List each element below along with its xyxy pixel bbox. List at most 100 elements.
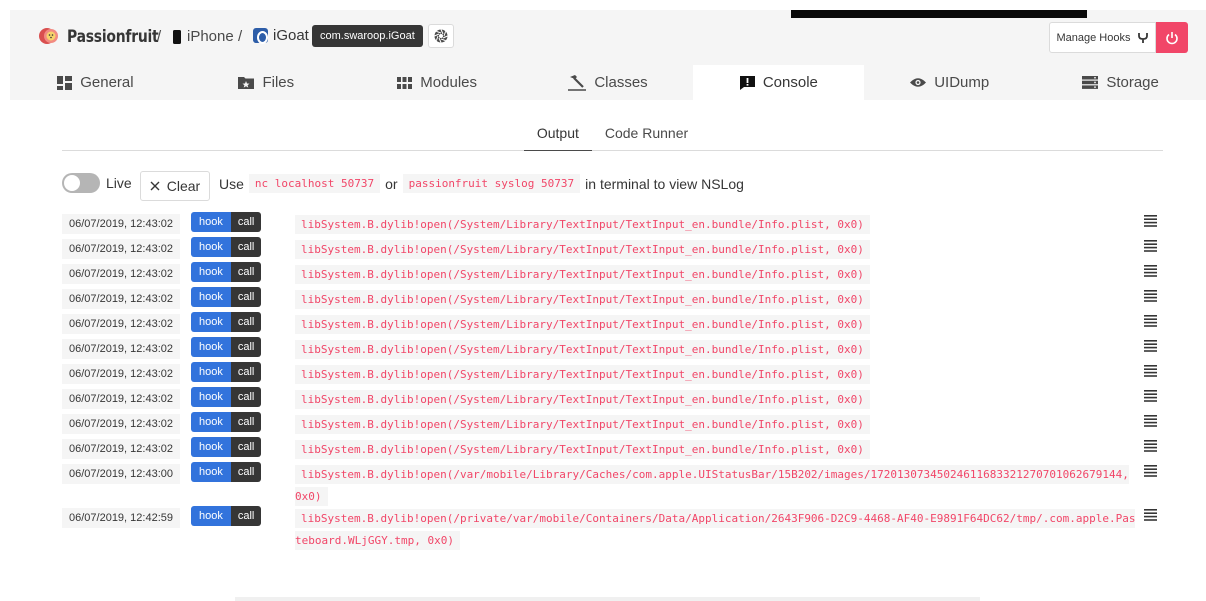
power-icon [1166,31,1178,44]
menu-icon[interactable] [1144,215,1157,227]
screenshot-button[interactable] [428,24,454,48]
menu-icon[interactable] [1144,509,1157,521]
live-toggle[interactable] [62,173,100,193]
log-message-text: libSystem.B.dylib!open(/System/Library/T… [295,315,870,334]
tab-uidump[interactable]: UIDump [864,65,1035,100]
log-row: 06/07/2019, 12:43:02 hook call libSystem.B.… [62,212,1163,237]
log-message: libSystem.B.dylib!open(/System/Library/T… [295,264,1140,286]
log-message: libSystem.B.dylib!open(/private/var/mobi… [295,508,1140,552]
console-log: 06/07/2019, 12:43:02 hook call libSystem.B.… [62,212,1163,550]
log-type-tags: hook call [191,337,262,357]
manage-hooks-label: Manage Hooks [1056,31,1131,44]
log-message: libSystem.B.dylib!open(/System/Library/T… [295,289,1140,311]
breadcrumb-device[interactable]: iPhone [173,28,234,45]
tab-label: Classes [594,74,648,91]
log-type-tags: hook call [191,212,262,232]
log-timestamp: 06/07/2019, 12:43:00 [62,464,180,484]
menu-icon[interactable] [1144,465,1157,477]
menu-icon[interactable] [1144,340,1157,352]
log-message-text: libSystem.B.dylib!open(/System/Library/T… [295,265,870,284]
call-tag: call [230,212,262,232]
tab-storage[interactable]: Storage [1035,65,1206,100]
log-message-text: libSystem.B.dylib!open(/System/Library/T… [295,415,870,434]
disconnect-button[interactable] [1156,22,1188,53]
log-type-tags: hook call [191,362,262,382]
log-type-tags: hook call [191,437,262,457]
log-type-tags: hook call [191,387,262,407]
folder-icon [238,77,255,89]
hook-tag: hook [191,337,231,357]
brand-name[interactable]: Passionfruit [67,27,159,47]
call-tag: call [230,506,262,526]
hook-tag: hook [191,237,231,257]
hook-tag: hook [191,462,231,482]
log-message-text: libSystem.B.dylib!open(/System/Library/T… [295,290,870,309]
hook-tag: hook [191,287,231,307]
eye-icon [910,78,927,87]
log-timestamp: 06/07/2019, 12:43:02 [62,239,180,259]
log-message: libSystem.B.dylib!open(/System/Library/T… [295,414,1140,436]
log-row: 06/07/2019, 12:43:02 hook call libSystem.B.… [62,237,1163,262]
tab-modules[interactable]: Modules [352,65,523,100]
syslog-command: passionfruit syslog 50737 [402,174,581,193]
manage-hooks-button[interactable]: Manage Hooks [1049,22,1156,53]
log-message: libSystem.B.dylib!open(/var/mobile/Libra… [295,464,1140,508]
hint-or: or [385,175,398,192]
log-timestamp: 06/07/2019, 12:43:02 [62,339,180,359]
log-row: 06/07/2019, 12:43:02 hook call libSystem.B.… [62,437,1163,462]
menu-icon[interactable] [1144,315,1157,327]
log-row: 06/07/2019, 12:43:02 hook call libSystem.B.… [62,362,1163,387]
log-timestamp: 06/07/2019, 12:43:02 [62,414,180,434]
call-tag: call [230,412,262,432]
log-message: libSystem.B.dylib!open(/System/Library/T… [295,364,1140,386]
app-icon [253,28,268,44]
log-timestamp: 06/07/2019, 12:43:02 [62,364,180,384]
nc-command: nc localhost 50737 [248,174,381,193]
hook-tag: hook [191,506,231,526]
log-message: libSystem.B.dylib!open(/System/Library/T… [295,314,1140,336]
tab-classes[interactable]: Classes [523,65,694,100]
hook-tag: hook [191,262,231,282]
log-type-tags: hook call [191,462,262,482]
menu-icon[interactable] [1144,415,1157,427]
tab-console[interactable]: Console [693,65,865,100]
log-row: 06/07/2019, 12:43:00 hook call libSystem.B.… [62,462,1163,506]
log-message: libSystem.B.dylib!open(/System/Library/T… [295,339,1140,361]
log-message-text: libSystem.B.dylib!open(/System/Library/T… [295,390,870,409]
subtab-code-runner[interactable]: Code Runner [592,121,701,151]
log-message-text: libSystem.B.dylib!open(/private/var/mobi… [295,509,1136,550]
phone-icon [173,29,181,44]
log-type-tags: hook call [191,312,262,332]
call-tag: call [230,387,262,407]
hint-prefix: Use [219,175,244,192]
menu-icon[interactable] [1144,390,1157,402]
menu-icon[interactable] [1144,440,1157,452]
menu-icon[interactable] [1144,240,1157,252]
menu-icon[interactable] [1144,365,1157,377]
clear-button[interactable]: Clear [140,171,210,201]
log-message: libSystem.B.dylib!open(/System/Library/T… [295,439,1140,461]
tab-label: Modules [420,74,477,91]
log-timestamp: 06/07/2019, 12:43:02 [62,389,180,409]
console-toolbar: Live Clear Use nc localhost 50737 or pas… [62,171,1163,201]
console-subtabs: Output Code Runner [62,121,1163,151]
tab-files[interactable]: Files [181,65,352,100]
tab-label: Storage [1106,74,1159,91]
menu-icon[interactable] [1144,290,1157,302]
log-message: libSystem.B.dylib!open(/System/Library/T… [295,214,1140,236]
subtab-output[interactable]: Output [523,121,592,151]
call-tag: call [230,337,262,357]
log-message-text: libSystem.B.dylib!open(/System/Library/T… [295,240,870,259]
breadcrumb-app[interactable]: iGoat [253,27,309,44]
log-message-text: libSystem.B.dylib!open(/System/Library/T… [295,365,870,384]
log-timestamp: 06/07/2019, 12:43:02 [62,214,180,234]
live-label: Live [106,175,132,191]
tab-general[interactable]: General [10,65,181,100]
passionfruit-logo-icon [39,28,58,44]
aperture-icon [434,29,448,43]
tab-label: General [80,74,134,91]
hook-tag: hook [191,437,231,457]
main-tabs: General Files Modules Classes Console UI… [10,65,1206,100]
menu-icon[interactable] [1144,265,1157,277]
call-tag: call [230,437,262,457]
